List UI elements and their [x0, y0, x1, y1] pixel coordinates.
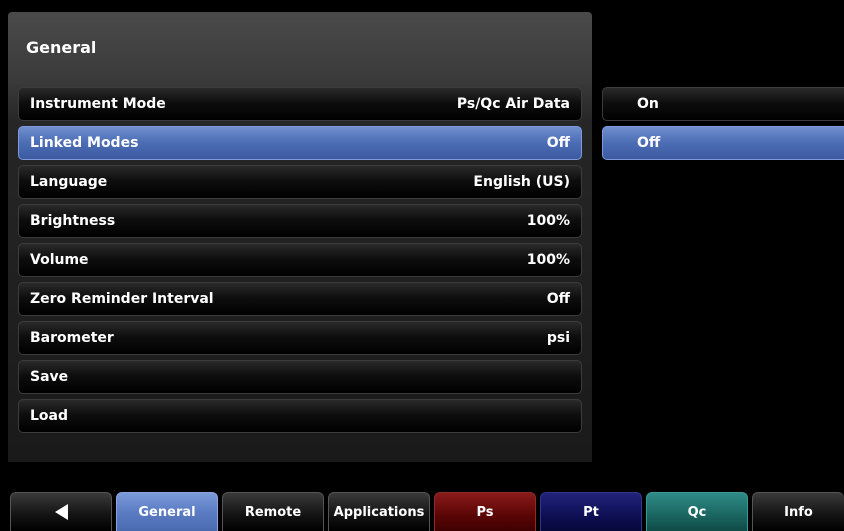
setting-row-save[interactable]: Save [18, 360, 582, 394]
setting-row-load[interactable]: Load [18, 399, 582, 433]
setting-row-language[interactable]: Language English (US) [18, 165, 582, 199]
setting-label: Language [30, 174, 108, 190]
option-off[interactable]: Off [602, 126, 844, 160]
tab-label: Applications [333, 504, 425, 520]
setting-label: Load [30, 408, 69, 424]
tab-remote[interactable]: Remote [222, 492, 324, 531]
setting-label: Instrument Mode [30, 96, 166, 112]
back-button[interactable] [10, 492, 112, 531]
setting-label: Zero Reminder Interval [30, 291, 214, 307]
option-label: On [637, 96, 659, 112]
setting-label: Brightness [30, 213, 116, 229]
setting-row-instrument-mode[interactable]: Instrument Mode Ps/Qc Air Data [18, 87, 582, 121]
tab-qc[interactable]: Qc [646, 492, 748, 531]
setting-value: 100% [526, 213, 570, 229]
setting-label: Barometer [30, 330, 114, 346]
setting-value: 100% [526, 252, 570, 268]
setting-label: Linked Modes [30, 135, 139, 151]
setting-row-brightness[interactable]: Brightness 100% [18, 204, 582, 238]
panel-title: General [26, 38, 97, 57]
tab-applications[interactable]: Applications [328, 492, 430, 531]
bottom-tab-bar: General Remote Applications Ps Pt Qc Inf… [0, 492, 844, 531]
tab-label: Ps [476, 504, 494, 520]
tab-ps[interactable]: Ps [434, 492, 536, 531]
tab-label: Qc [687, 504, 707, 520]
setting-row-zero-reminder-interval[interactable]: Zero Reminder Interval Off [18, 282, 582, 316]
tab-label: Info [784, 504, 813, 520]
setting-value: English (US) [473, 174, 570, 190]
setting-label: Save [30, 369, 69, 385]
setting-row-barometer[interactable]: Barometer psi [18, 321, 582, 355]
tab-pt[interactable]: Pt [540, 492, 642, 531]
setting-value: Off [546, 291, 570, 307]
setting-value: Ps/Qc Air Data [456, 96, 570, 112]
option-on[interactable]: On [602, 87, 844, 121]
back-arrow-icon [54, 504, 68, 520]
setting-label: Volume [30, 252, 89, 268]
tab-label: General [138, 504, 196, 520]
tab-label: Remote [244, 504, 302, 520]
tab-label: Pt [583, 504, 599, 520]
setting-value: psi [546, 330, 570, 346]
tab-info[interactable]: Info [752, 492, 844, 531]
option-label: Off [637, 135, 661, 151]
setting-value: Off [546, 135, 570, 151]
setting-row-volume[interactable]: Volume 100% [18, 243, 582, 277]
setting-row-linked-modes[interactable]: Linked Modes Off [18, 126, 582, 160]
tab-general[interactable]: General [116, 492, 218, 531]
